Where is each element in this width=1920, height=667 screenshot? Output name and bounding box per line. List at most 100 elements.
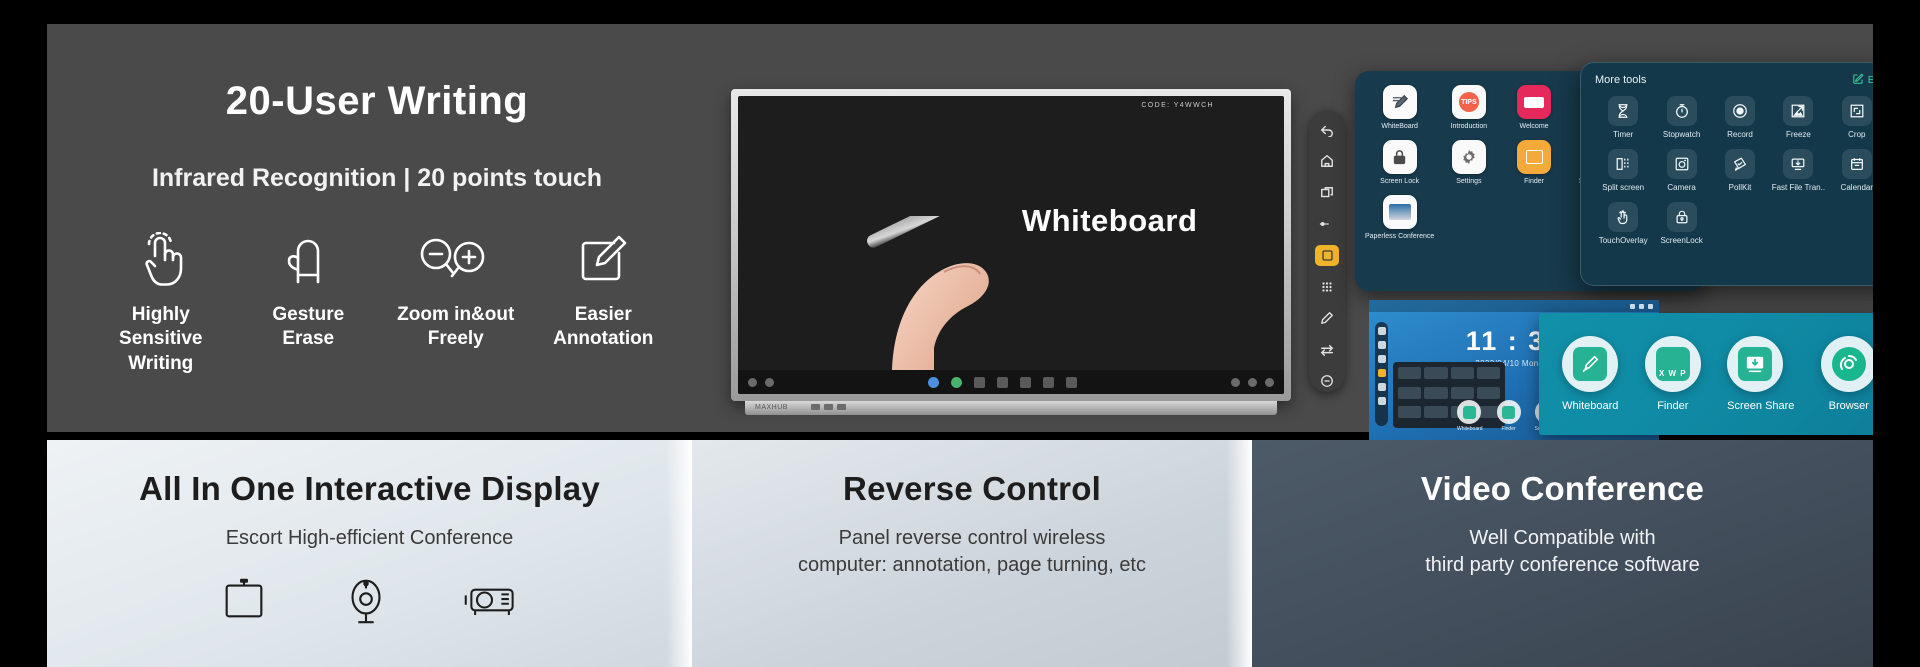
tool-label: Fast File Tran..: [1771, 183, 1826, 192]
tool-timer[interactable]: Timer: [1595, 96, 1651, 139]
mini-app: [1398, 386, 1422, 399]
hero-section: 20-User Writing Infrared Recognition | 2…: [47, 24, 1900, 444]
app-introduction[interactable]: TIPS Introduction: [1438, 85, 1499, 130]
hero-feature-row: Highly Sensitive Writing Gesture Erase Z…: [87, 229, 677, 376]
home-side-apps-icon[interactable]: [1377, 355, 1386, 363]
settings-icon[interactable]: [1248, 377, 1257, 387]
tool-fast-file-transfer[interactable]: Fast File Tran..: [1770, 149, 1826, 192]
redo-tool-icon[interactable]: [1020, 376, 1031, 388]
dock-finder[interactable]: X W P Finder: [1644, 336, 1701, 412]
tool-camera[interactable]: Camera: [1653, 149, 1709, 192]
tv-screen: CODE: Y4WWCH Whiteboard: [738, 96, 1284, 394]
tool-screen-lock[interactable]: ScreenLock: [1653, 202, 1709, 245]
card-video-conference: Video Conference Well Compatible with th…: [1252, 440, 1873, 667]
eraser-tool-icon[interactable]: [951, 376, 962, 388]
home-dock-finder[interactable]: Finder: [1496, 400, 1521, 432]
tool-pollkit[interactable]: PollKit: [1712, 149, 1768, 192]
undo-tool-icon[interactable]: [997, 376, 1008, 388]
finder-icon: [1496, 400, 1521, 424]
wifi-icon: [1630, 303, 1635, 309]
mini-app: [1398, 406, 1422, 419]
pen-icon[interactable]: [1315, 308, 1339, 329]
home-side-pen-icon[interactable]: [1377, 383, 1386, 391]
card-icon-row: [47, 574, 692, 631]
dock-label: Whiteboard: [1562, 400, 1619, 412]
finder-button[interactable]: X W P: [1644, 336, 1701, 392]
tool-stopwatch[interactable]: Stopwatch: [1653, 96, 1709, 139]
pollkit-icon: [1724, 149, 1755, 179]
home-side-home-icon[interactable]: [1377, 341, 1386, 349]
right-letterbox: [1873, 0, 1920, 667]
tool-label: Freeze: [1785, 130, 1811, 139]
back-arrow-icon[interactable]: [1315, 119, 1339, 140]
tool-label: TouchOverlay: [1598, 236, 1648, 245]
tool-record[interactable]: Record: [1712, 96, 1768, 139]
taskbar-home-icon[interactable]: [765, 377, 774, 387]
card-subtitle: Escort High-efficient Conference: [225, 527, 514, 549]
dock-whiteboard[interactable]: Whiteboard: [1562, 336, 1618, 412]
windows-stack-icon[interactable]: [1315, 182, 1339, 203]
tool-label: Timer: [1613, 130, 1634, 139]
close-icon[interactable]: [1265, 377, 1274, 387]
home-side-whiteboard-icon[interactable]: [1377, 369, 1386, 377]
camera-icon: [1666, 149, 1697, 179]
dock-browser[interactable]: Browser: [1820, 336, 1877, 412]
tool-split-screen[interactable]: Split screen: [1595, 149, 1651, 192]
home-side-toolbar[interactable]: [1375, 322, 1388, 426]
transfer-arrows-icon[interactable]: [1315, 339, 1339, 360]
pencil-square-icon: [530, 229, 678, 291]
minimize-circle-icon[interactable]: [1315, 371, 1339, 392]
app-screen-lock[interactable]: Screen Lock: [1365, 140, 1434, 185]
mitten-glove-icon: [235, 229, 383, 291]
display-panel-icon: [218, 574, 270, 631]
app-label: Introduction: [1450, 123, 1488, 130]
whiteboard-app-icon: [1382, 85, 1417, 119]
lock-app-icon: [1382, 140, 1417, 174]
pen-tool-icon[interactable]: [928, 376, 939, 388]
app-label: Welcome: [1519, 123, 1549, 130]
taskbar-back-icon[interactable]: [748, 377, 757, 387]
mini-app: [1476, 367, 1500, 379]
hand-with-stylus-illustration: [858, 188, 1048, 394]
app-label: Paperless Conference: [1365, 233, 1435, 240]
tool-freeze[interactable]: Freeze: [1770, 96, 1826, 139]
app-grid-icon[interactable]: [1315, 276, 1339, 297]
grid-tool-icon[interactable]: [1043, 376, 1054, 388]
tv-ports: [811, 404, 846, 410]
whiteboard-screen-text: Whiteboard: [1021, 203, 1198, 239]
camera-ball-icon: [340, 574, 392, 631]
mini-app: [1450, 367, 1474, 379]
floating-side-toolbar[interactable]: [1309, 110, 1345, 392]
save-tool-icon[interactable]: [1066, 376, 1077, 388]
app-paperless-conference[interactable]: Paperless Conference: [1365, 195, 1434, 240]
stopwatch-icon: [1666, 96, 1697, 126]
dock-highlight-panel[interactable]: Whiteboard X W P Finder Screen Share Bro…: [1539, 313, 1900, 435]
app-welcome[interactable]: Welcome: [1503, 85, 1564, 130]
app-finder[interactable]: Finder: [1503, 140, 1564, 185]
feature-label: Zoom in&out Freely: [397, 304, 515, 350]
app-settings[interactable]: Settings: [1438, 140, 1499, 185]
shape-tool-icon[interactable]: [974, 376, 985, 388]
more-tools-panel[interactable]: More tools Edit Timer: [1580, 62, 1900, 286]
whiteboard-button[interactable]: [1562, 336, 1619, 392]
dock-screen-share[interactable]: Screen Share: [1727, 336, 1794, 412]
home-dock-label: Whiteboard: [1457, 426, 1483, 432]
app-label: Settings: [1456, 178, 1482, 185]
home-dock-whiteboard[interactable]: Whiteboard: [1457, 400, 1483, 432]
browser-button[interactable]: [1820, 336, 1877, 392]
screen-share-button[interactable]: [1727, 336, 1784, 392]
tool-label: PollKit: [1728, 183, 1752, 192]
app-whiteboard[interactable]: WhiteBoard: [1365, 85, 1434, 130]
cloud-icon[interactable]: [1231, 377, 1240, 387]
home-side-more-icon[interactable]: [1377, 397, 1386, 405]
volume-icon: [1639, 303, 1644, 309]
whiteboard-square-icon[interactable]: [1315, 244, 1339, 267]
home-status-bar: [1369, 300, 1659, 312]
freeze-expand-icon: [1783, 96, 1814, 126]
feature-easier-annotation: Easier Annotation: [530, 229, 678, 352]
card-title: Reverse Control: [843, 470, 1101, 507]
tool-touch-overlay[interactable]: TouchOverlay: [1595, 202, 1651, 245]
home-side-back-icon[interactable]: [1377, 327, 1386, 335]
home-icon[interactable]: [1315, 150, 1339, 171]
volume-slider-icon[interactable]: [1315, 213, 1339, 234]
